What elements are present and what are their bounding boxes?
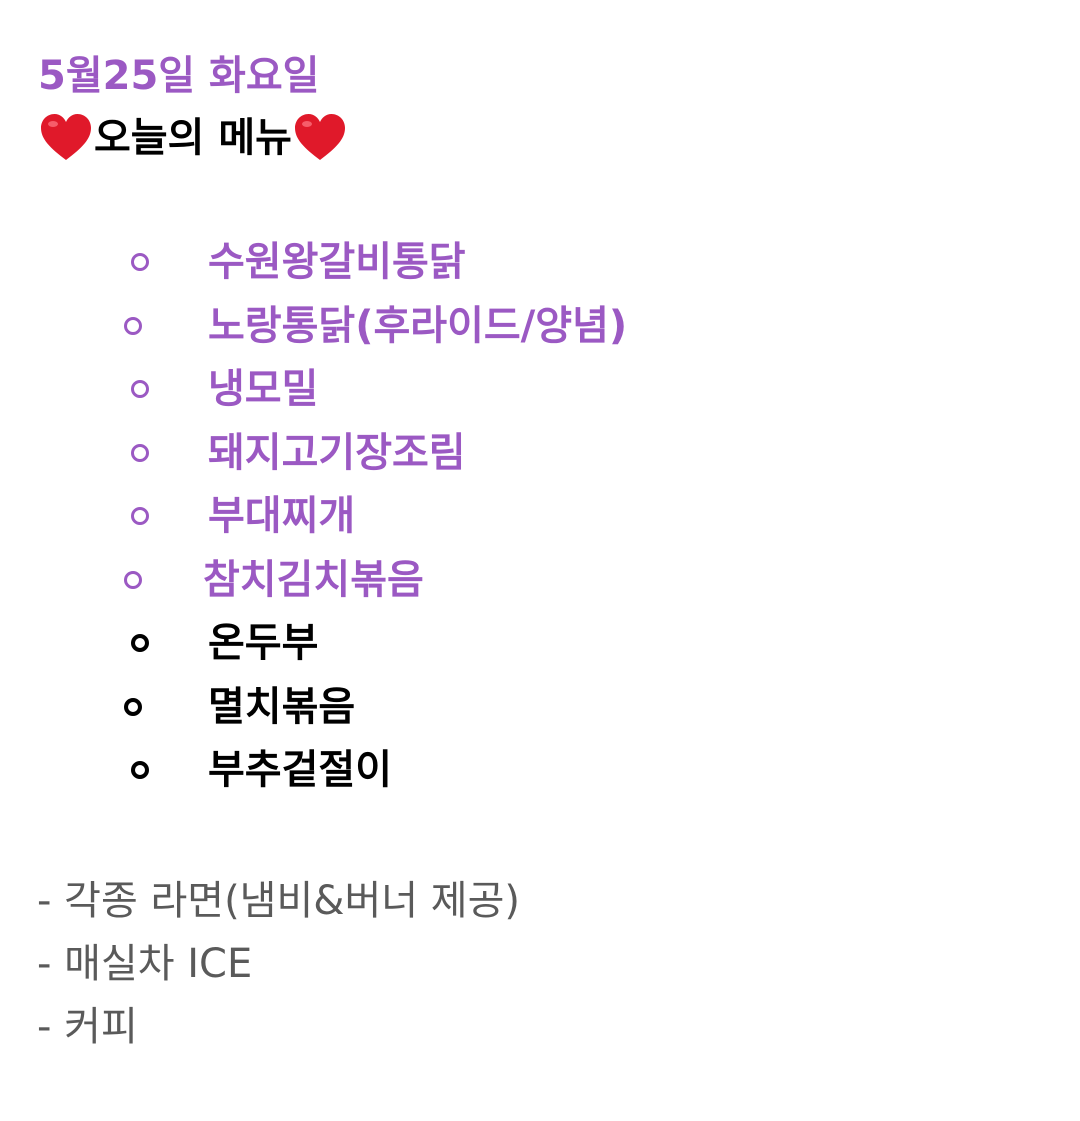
list-item: 수원왕갈비통닭	[0, 232, 1080, 296]
extra-item: - 커피	[37, 1004, 138, 1050]
list-item: 부추겉절이	[0, 740, 1080, 804]
heart-icon	[38, 110, 94, 166]
bullet-circle-icon	[124, 570, 142, 589]
bullet-circle-icon	[131, 253, 149, 271]
heart-icon	[292, 110, 348, 166]
menu-item-label: 멸치볶음	[208, 683, 356, 730]
bullet-circle-icon	[131, 443, 149, 462]
extras-list: - 각종 라면(냄비&버너 제공) - 매실차 ICE - 커피	[37, 870, 520, 1059]
list-item: 노랑통닭(후라이드/양념)	[0, 296, 1080, 360]
bullet-circle-icon	[131, 761, 149, 779]
extra-item: - 각종 라면(냄비&버너 제공)	[37, 878, 520, 924]
menu-item-label: 참치김치볶음	[203, 556, 424, 603]
bullet-circle-icon	[131, 634, 149, 652]
menu-item-label: 부추겉절이	[208, 747, 392, 793]
menu-item-label: 수원왕갈비통닭	[208, 239, 466, 285]
menu-item-label: 온두부	[208, 620, 319, 666]
list-item: 온두부	[0, 613, 1080, 677]
menu-title: 오늘의 메뉴	[38, 110, 348, 166]
bullet-circle-icon	[131, 380, 149, 398]
menu-item-label: 노랑통닭(후라이드/양념)	[208, 302, 628, 349]
menu-title-text: 오늘의 메뉴	[94, 115, 292, 161]
menu-item-label: 돼지고기장조림	[208, 429, 466, 476]
list-item: 부대찌개	[0, 486, 1080, 550]
list-item: 참치김치볶음	[0, 550, 1080, 614]
menu-date: 5월25일 화요일	[38, 53, 320, 99]
extra-item: - 매실차 ICE	[37, 941, 253, 987]
bullet-circle-icon	[131, 507, 149, 525]
list-item: 돼지고기장조림	[0, 423, 1080, 487]
bullet-circle-icon	[124, 697, 142, 716]
bullet-circle-icon	[124, 316, 142, 335]
list-item: 냉모밀	[0, 359, 1080, 423]
menu-item-label: 부대찌개	[208, 493, 356, 539]
menu-list: 수원왕갈비통닭 노랑통닭(후라이드/양념) 냉모밀 돼지고기장조림 부대찌개 참…	[0, 232, 1080, 804]
menu-item-label: 냉모밀	[208, 366, 319, 412]
list-item: 멸치볶음	[0, 677, 1080, 741]
